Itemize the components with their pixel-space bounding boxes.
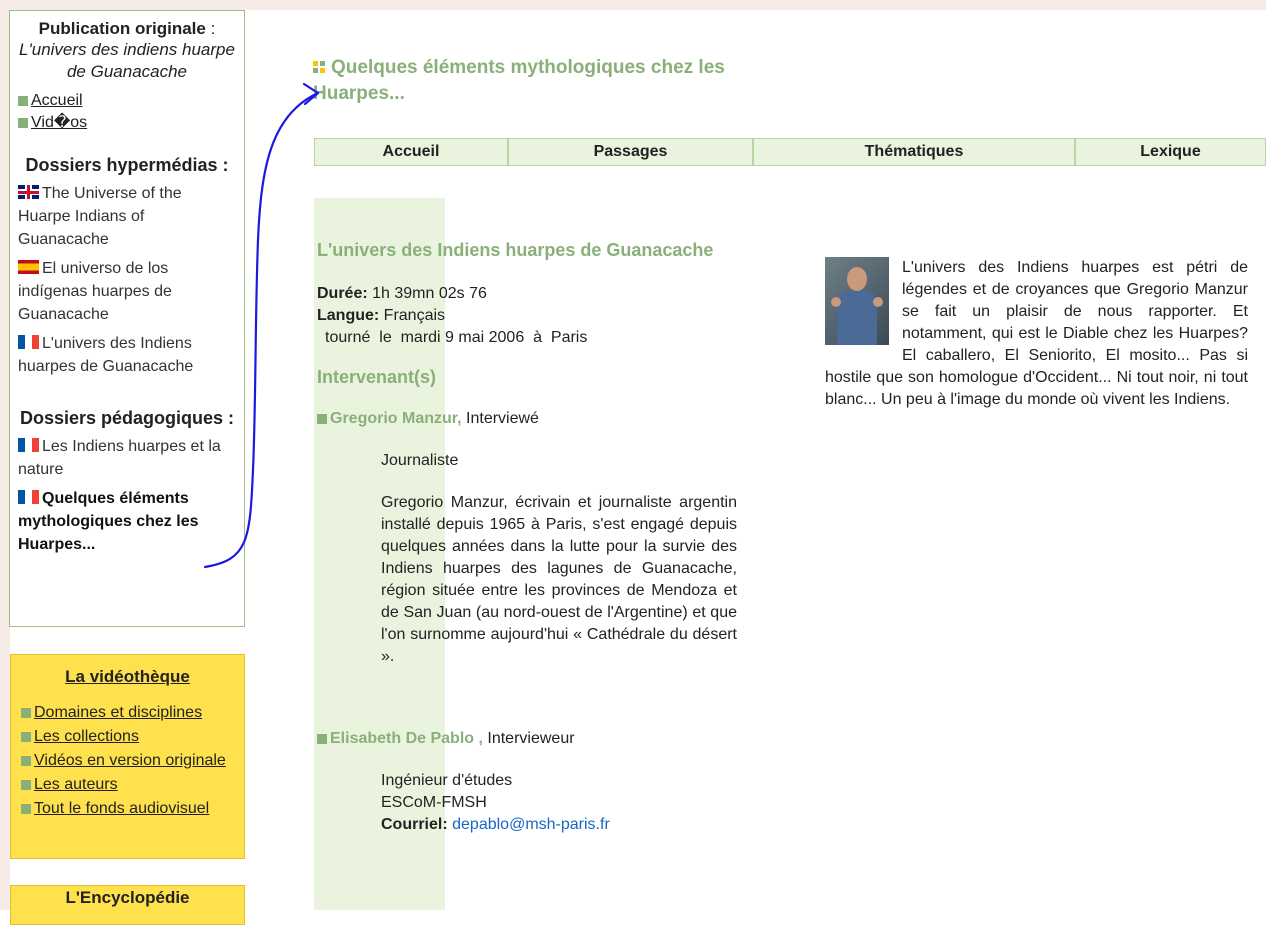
nav-item-accueil[interactable]: Accueil [18,91,236,111]
nav-link-accueil[interactable]: Accueil [31,92,83,109]
speakers-heading: Intervenant(s) [317,367,437,387]
video-details: L'univers des Indiens huarpes de Guanaca… [317,240,737,836]
speaker-bio: Gregorio Manzur, écrivain et journaliste… [381,494,737,665]
tab-lexique[interactable]: Lexique [1076,139,1265,165]
video-summary: L'univers des Indiens huarpes est pétri … [825,257,1248,411]
page-title: Quelques éléments mythologiques chez les… [313,57,725,104]
video-meta: Durée: 1h 39mn 02s 76 Langue: Français t… [317,283,737,349]
tab-passages[interactable]: Passages [509,139,754,165]
duration-label: Durée: [317,285,368,302]
bullet-square-icon [18,117,28,128]
language-value: Français [383,307,446,324]
tab-accueil[interactable]: Accueil [315,139,509,165]
publication-sidebar: Publication originale : L'univers des in… [9,10,245,627]
tab-thematiques[interactable]: Thématiques [754,139,1076,165]
nav-item-videos[interactable]: Vid�os [18,113,236,133]
videotheque-item[interactable]: Les auteurs [21,775,234,795]
bullet-square-icon [21,779,31,790]
bullet-square-icon [21,707,31,718]
title-squares-icon [313,61,325,73]
spain-flag-icon [18,260,39,274]
dossier-link-spanish[interactable]: El universo de los indígenas huarpes de … [18,257,236,326]
publication-subtitle: L'univers des indiens huarpe de Guanacac… [19,40,235,81]
video-title: L'univers des Indiens huarpes de Guanaca… [317,240,714,260]
videotheque-link-fonds[interactable]: Tout le fonds audiovisuel [34,800,209,817]
main-tabs: Accueil Passages Thématiques Lexique [314,138,1266,166]
speaker-details: Ingénieur d'études ESCoM-FMSH Courriel: … [381,770,737,836]
speaker-lab: ESCoM-FMSH [381,794,487,811]
language-label: Langue: [317,307,380,324]
encyclopedie-box[interactable]: L'Encyclopédie [10,885,245,925]
bullet-square-icon [21,803,31,814]
bullet-square-icon [21,731,31,742]
pedagogic-link-mythology-current[interactable]: Quelques éléments mythologiques chez les… [18,487,236,556]
pedagogic-heading: Dossiers pédagogiques : [19,408,235,428]
nav-link-videos[interactable]: Vid�os [31,114,87,131]
videotheque-link-auteurs[interactable]: Les auteurs [34,776,118,793]
bullet-square-icon [18,95,28,106]
videotheque-title[interactable]: La vidéothèque [21,667,234,687]
videotheque-box: La vidéothèque Domaines et disciplines L… [10,654,245,859]
uk-flag-icon [18,185,39,199]
dossier-link-english[interactable]: The Universe of the Huarpe Indians of Gu… [18,182,236,251]
speaker-thumbnail[interactable] [825,257,889,345]
speaker-entry: Gregorio Manzur, Interviewé [317,410,737,428]
speaker-name[interactable]: Elisabeth De Pablo , [330,730,483,747]
speaker-job: Ingénieur d'études [381,772,513,789]
videotheque-item[interactable]: Vidéos en version originale [21,751,234,771]
videotheque-link-vo[interactable]: Vidéos en version originale [34,752,226,769]
speaker-entry: Elisabeth De Pablo , Intervieweur [317,730,737,748]
videotheque-item[interactable]: Les collections [21,727,234,747]
shooting-info: tourné le mardi 9 mai 2006 à Paris [325,329,588,346]
dossier-link-french[interactable]: L'univers des Indiens huarpes de Guanaca… [18,332,236,378]
top-border [0,0,1266,10]
speaker-details: Journaliste Gregorio Manzur, écrivain et… [381,450,737,668]
france-flag-icon [18,335,39,349]
publication-heading: Publication originale : [38,19,216,38]
email-link[interactable]: depablo@msh-paris.fr [452,816,610,833]
france-flag-icon [18,438,39,452]
hypermedia-heading: Dossiers hypermédias : [25,155,229,175]
france-flag-icon [18,490,39,504]
email-label: Courriel: [381,816,448,833]
duration-value: 1h 39mn 02s 76 [372,285,487,302]
videotheque-link-domaines[interactable]: Domaines et disciplines [34,704,202,721]
videotheque-item[interactable]: Tout le fonds audiovisuel [21,799,234,819]
bullet-square-icon [21,755,31,766]
speaker-role: Interviewé [466,410,539,427]
speaker-role: Intervieweur [487,730,575,747]
bullet-square-icon [317,733,327,744]
speaker-name[interactable]: Gregorio Manzur, [330,410,462,427]
pedagogic-link-nature[interactable]: Les Indiens huarpes et la nature [18,435,236,481]
videotheque-link-collections[interactable]: Les collections [34,728,139,745]
bullet-square-icon [317,413,327,424]
videotheque-item[interactable]: Domaines et disciplines [21,703,234,723]
speaker-job: Journaliste [381,452,459,469]
